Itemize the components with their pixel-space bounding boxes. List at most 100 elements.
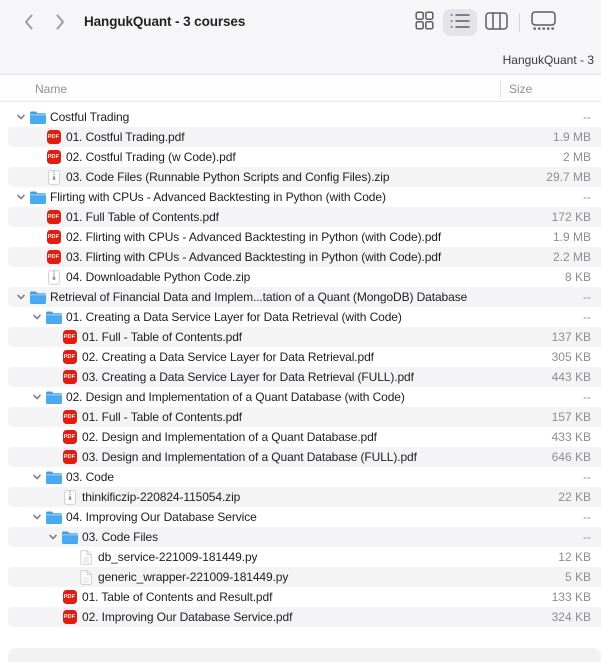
python-file-icon xyxy=(77,549,94,565)
file-row[interactable]: PDF 02. Flirting with CPUs - Advanced Ba… xyxy=(8,227,601,247)
file-name: 02. Improving Our Database Service.pdf xyxy=(82,610,292,624)
file-name: Flirting with CPUs - Advanced Backtestin… xyxy=(50,190,386,204)
file-row[interactable]: Flirting with CPUs - Advanced Backtestin… xyxy=(8,187,601,207)
bottom-bar xyxy=(8,648,601,662)
file-size: -- xyxy=(583,290,601,304)
file-size: -- xyxy=(583,310,601,324)
finder-window: HangukQuant - 3 courses xyxy=(0,0,601,662)
file-row[interactable]: PDF 02. Costful Trading (w Code).pdf 2 M… xyxy=(8,147,601,167)
folder-icon xyxy=(29,109,46,125)
zip-file-icon xyxy=(45,169,62,185)
file-size: -- xyxy=(583,530,601,544)
file-row[interactable]: PDF 01. Full - Table of Contents.pdf 157… xyxy=(8,407,601,427)
file-row[interactable]: 04. Improving Our Database Service -- xyxy=(8,507,601,527)
column-header-name[interactable]: Name xyxy=(35,82,67,96)
column-header-size[interactable]: Size xyxy=(509,82,532,96)
folder-icon xyxy=(29,289,46,305)
file-size: -- xyxy=(583,110,601,124)
window-title: HangukQuant - 3 courses xyxy=(84,14,245,29)
pdf-file-icon: PDF xyxy=(61,409,78,425)
file-row[interactable]: 02. Design and Implementation of a Quant… xyxy=(8,387,601,407)
folder-icon xyxy=(61,529,78,545)
view-switcher xyxy=(406,8,561,36)
icon-view-button[interactable] xyxy=(407,9,441,36)
pdf-file-icon: PDF xyxy=(61,449,78,465)
file-size: 324 KB xyxy=(552,610,601,624)
file-name: 01. Creating a Data Service Layer for Da… xyxy=(66,310,402,324)
file-name: 02. Flirting with CPUs - Advanced Backte… xyxy=(66,230,441,244)
list-view-button[interactable] xyxy=(443,9,477,36)
grid-icon xyxy=(415,11,434,33)
chevron-down-icon[interactable] xyxy=(29,469,45,485)
file-row[interactable]: PDF 03. Design and Implementation of a Q… xyxy=(8,447,601,467)
pdf-file-icon: PDF xyxy=(61,329,78,345)
pdf-file-icon: PDF xyxy=(61,369,78,385)
pdf-file-icon: PDF xyxy=(45,229,62,245)
file-row[interactable]: 03. Code Files -- xyxy=(8,527,601,547)
file-name: 03. Code Files (Runnable Python Scripts … xyxy=(66,170,389,184)
file-name: 01. Full Table of Contents.pdf xyxy=(66,210,219,224)
pdf-file-icon: PDF xyxy=(45,129,62,145)
file-row[interactable]: db_service-221009-181449.py 12 KB xyxy=(8,547,601,567)
file-row[interactable]: generic_wrapper-221009-181449.py 5 KB xyxy=(8,567,601,587)
file-row[interactable]: PDF 02. Improving Our Database Service.p… xyxy=(8,607,601,627)
file-size: 1.9 MB xyxy=(553,130,601,144)
file-name: 04. Downloadable Python Code.zip xyxy=(66,270,250,284)
list-icon xyxy=(450,13,470,32)
list-column-header: Name Size xyxy=(0,76,601,102)
file-name: db_service-221009-181449.py xyxy=(98,550,257,564)
column-divider[interactable] xyxy=(500,80,501,98)
zip-file-icon xyxy=(61,489,78,505)
file-row[interactable]: 01. Creating a Data Service Layer for Da… xyxy=(8,307,601,327)
chevron-down-icon[interactable] xyxy=(29,389,45,405)
folder-icon xyxy=(29,189,46,205)
chevron-down-icon[interactable] xyxy=(13,289,29,305)
file-row[interactable]: PDF 01. Table of Contents and Result.pdf… xyxy=(8,587,601,607)
chevron-down-icon[interactable] xyxy=(45,529,61,545)
file-size: 172 KB xyxy=(552,210,601,224)
file-size: 137 KB xyxy=(552,330,601,344)
file-size: 305 KB xyxy=(552,350,601,364)
gallery-view-button[interactable] xyxy=(526,9,560,36)
file-name: 01. Table of Contents and Result.pdf xyxy=(82,590,272,604)
file-name: 02. Costful Trading (w Code).pdf xyxy=(66,150,236,164)
zip-file-icon xyxy=(45,269,62,285)
chevron-down-icon[interactable] xyxy=(29,309,45,325)
file-size: -- xyxy=(583,470,601,484)
pane-title: HangukQuant - 3 xyxy=(503,53,594,67)
file-row[interactable]: Retrieval of Financial Data and Implem..… xyxy=(8,287,601,307)
file-row[interactable]: PDF 03. Creating a Data Service Layer fo… xyxy=(8,367,601,387)
column-view-button[interactable] xyxy=(479,9,513,36)
folder-icon xyxy=(45,389,62,405)
chevron-down-icon[interactable] xyxy=(29,509,45,525)
chevron-down-icon[interactable] xyxy=(13,109,29,125)
chevron-down-icon[interactable] xyxy=(13,189,29,205)
file-row[interactable]: thinkificzip-220824-115054.zip 22 KB xyxy=(8,487,601,507)
file-row[interactable]: PDF 01. Costful Trading.pdf 1.9 MB xyxy=(8,127,601,147)
file-row[interactable]: 04. Downloadable Python Code.zip 8 KB xyxy=(8,267,601,287)
file-name: generic_wrapper-221009-181449.py xyxy=(98,570,288,584)
pdf-file-icon: PDF xyxy=(45,149,62,165)
file-row[interactable]: PDF 01. Full - Table of Contents.pdf 137… xyxy=(8,327,601,347)
back-button[interactable] xyxy=(16,12,40,34)
file-name: 01. Full - Table of Contents.pdf xyxy=(82,410,242,424)
file-row[interactable]: PDF 02. Design and Implementation of a Q… xyxy=(8,427,601,447)
toolbar: HangukQuant - 3 courses xyxy=(0,0,601,75)
file-row[interactable]: PDF 03. Flirting with CPUs - Advanced Ba… xyxy=(8,247,601,267)
chevron-right-icon xyxy=(55,13,66,34)
file-name: 01. Full - Table of Contents.pdf xyxy=(82,330,242,344)
file-size: 133 KB xyxy=(552,590,601,604)
file-row[interactable]: PDF 02. Creating a Data Service Layer fo… xyxy=(8,347,601,367)
file-size: 1.9 MB xyxy=(553,230,601,244)
file-name: thinkificzip-220824-115054.zip xyxy=(82,490,240,504)
file-row[interactable]: 03. Code Files (Runnable Python Scripts … xyxy=(8,167,601,187)
forward-button[interactable] xyxy=(48,12,72,34)
pdf-file-icon: PDF xyxy=(61,349,78,365)
file-size: 2.2 MB xyxy=(553,250,601,264)
file-name: 03. Code Files xyxy=(82,530,158,544)
file-row[interactable]: PDF 01. Full Table of Contents.pdf 172 K… xyxy=(8,207,601,227)
file-row[interactable]: Costful Trading -- xyxy=(8,107,601,127)
file-size: 8 KB xyxy=(565,270,601,284)
file-row[interactable]: 03. Code -- xyxy=(8,467,601,487)
pdf-file-icon: PDF xyxy=(61,609,78,625)
